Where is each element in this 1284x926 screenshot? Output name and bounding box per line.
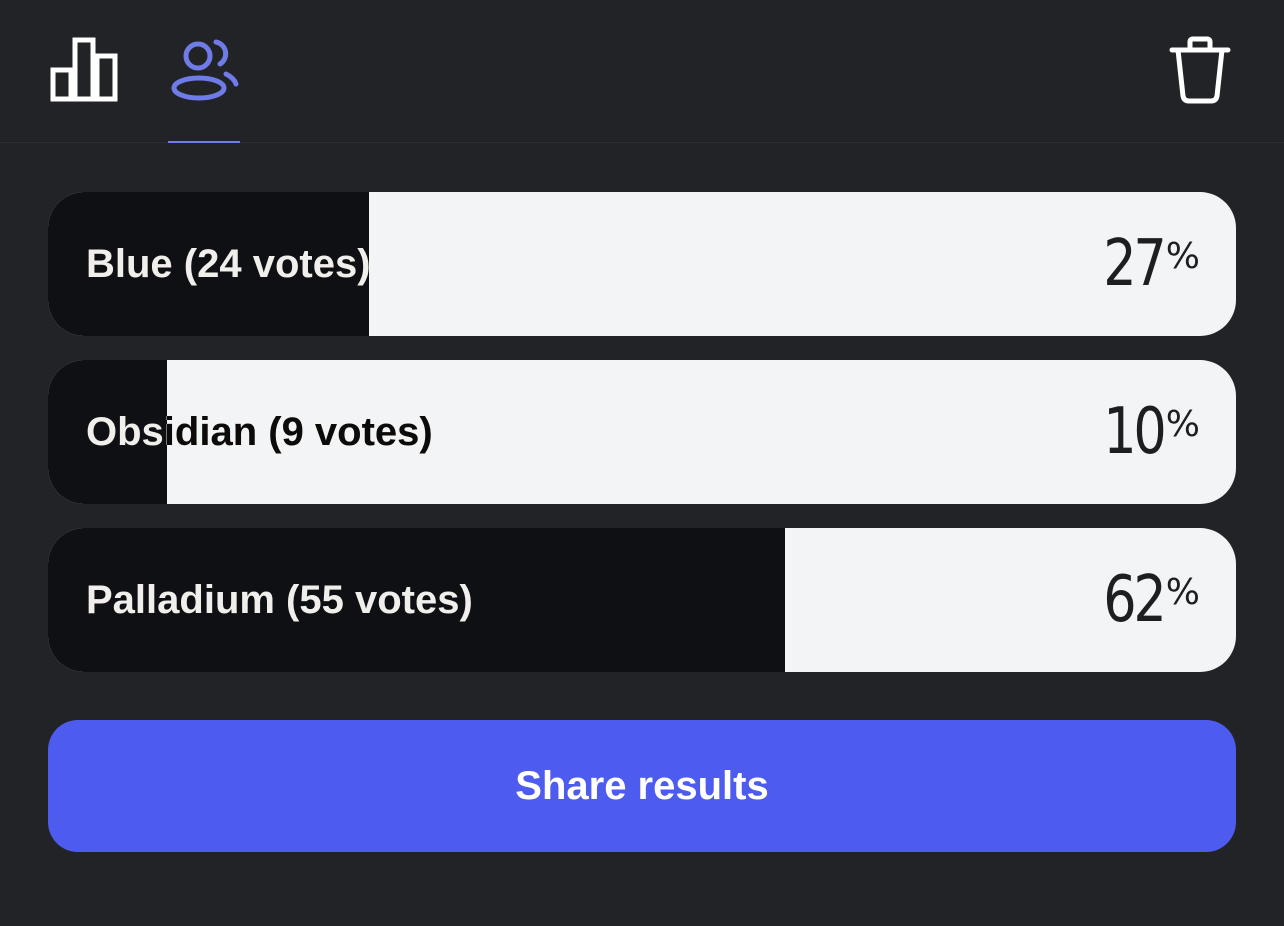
active-tab-indicator bbox=[168, 141, 240, 143]
option-percentage: 62 % bbox=[1090, 528, 1200, 672]
poll-option[interactable]: Palladium (55 votes) 62 % bbox=[48, 528, 1236, 672]
bar-chart-icon bbox=[50, 36, 118, 107]
percent-value: 62 bbox=[1103, 563, 1168, 637]
option-label: Palladium (55 votes) bbox=[86, 578, 473, 622]
percent-sign: % bbox=[1165, 403, 1200, 445]
percent-value: 27 bbox=[1103, 227, 1168, 301]
tab-voters[interactable] bbox=[164, 0, 244, 143]
share-results-button[interactable]: Share results bbox=[48, 720, 1236, 852]
toolbar bbox=[0, 0, 1284, 143]
poll-results: Blue (24 votes) 27 % Obsidian (9 votes) … bbox=[48, 192, 1236, 696]
voters-icon bbox=[168, 36, 240, 107]
poll-option[interactable]: Blue (24 votes) 27 % bbox=[48, 192, 1236, 336]
delete-button[interactable] bbox=[1160, 30, 1240, 114]
percent-sign: % bbox=[1165, 235, 1200, 277]
tab-results-chart[interactable] bbox=[44, 0, 124, 143]
option-label: Blue (24 votes) bbox=[86, 242, 371, 286]
option-percentage: 10 % bbox=[1090, 360, 1200, 504]
poll-option[interactable]: Obsidian (9 votes) 10 % bbox=[48, 360, 1236, 504]
option-percentage: 27 % bbox=[1090, 192, 1200, 336]
percent-value: 10 bbox=[1103, 395, 1168, 469]
percent-sign: % bbox=[1165, 571, 1200, 613]
trash-icon bbox=[1169, 36, 1231, 109]
option-label: Obsidian (9 votes) bbox=[86, 410, 433, 454]
